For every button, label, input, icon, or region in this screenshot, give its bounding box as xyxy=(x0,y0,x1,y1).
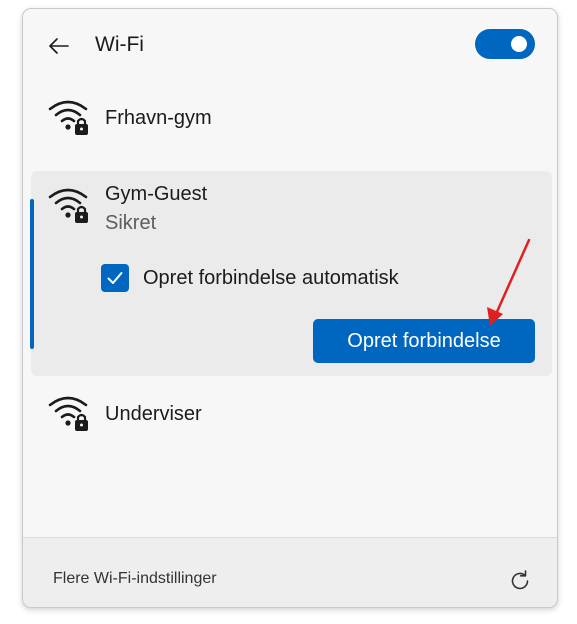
back-arrow-icon xyxy=(49,38,69,54)
back-button[interactable] xyxy=(41,31,77,61)
more-wifi-settings-link[interactable]: Flere Wi-Fi-indstillinger xyxy=(53,570,217,588)
wifi-lock-icon xyxy=(48,396,88,431)
auto-connect-label: Opret forbindelse automatisk xyxy=(143,266,399,289)
network-name: Frhavn-gym xyxy=(105,107,212,129)
network-header-gym-guest[interactable]: Gym-Guest Sikret xyxy=(31,179,551,249)
refresh-button[interactable] xyxy=(505,566,535,596)
page-title: Wi-Fi xyxy=(95,33,144,56)
auto-connect-checkbox-row[interactable]: Opret forbindelse automatisk xyxy=(101,263,399,293)
header: Wi-Fi xyxy=(23,9,557,81)
wifi-flyout-panel: Wi-Fi Frhavn-gym Gym-Guest Sikret Opret … xyxy=(22,8,558,608)
network-status: Sikret xyxy=(105,212,157,234)
wifi-toggle[interactable] xyxy=(475,29,535,59)
connect-button[interactable]: Opret forbindelse xyxy=(313,319,535,363)
network-name: Underviser xyxy=(105,403,202,425)
network-item-frhavn-gym[interactable]: Frhavn-gym xyxy=(31,91,551,147)
refresh-icon xyxy=(511,570,529,590)
toggle-knob xyxy=(511,36,527,52)
network-item-underviser[interactable]: Underviser xyxy=(31,387,551,443)
wifi-lock-icon xyxy=(48,188,88,223)
footer: Flere Wi-Fi-indstillinger xyxy=(23,537,557,607)
auto-connect-checkbox[interactable] xyxy=(101,264,129,292)
wifi-lock-icon xyxy=(48,100,88,135)
network-name: Gym-Guest xyxy=(105,183,208,205)
checkmark-icon xyxy=(107,272,123,284)
